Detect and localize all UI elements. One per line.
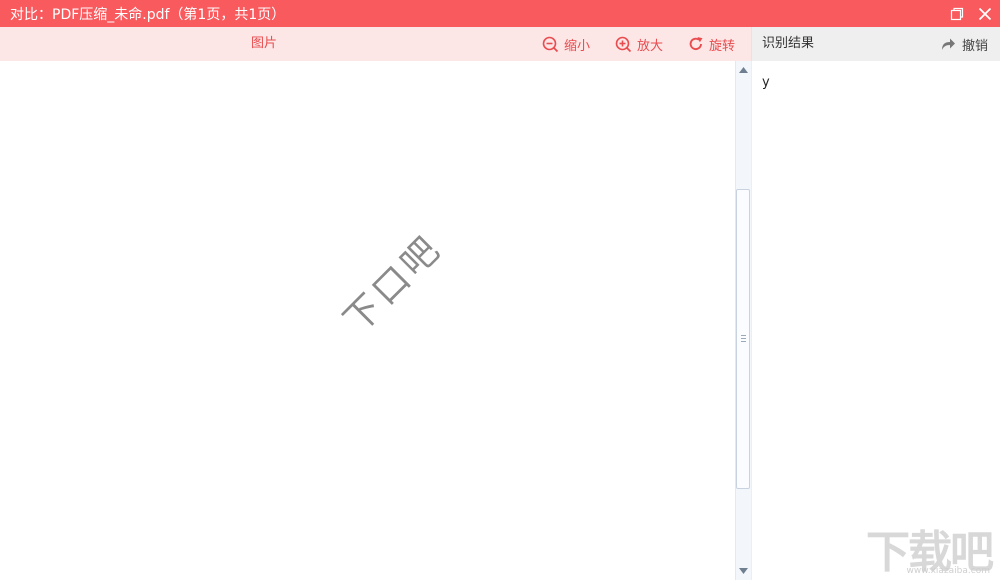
zoom-out-icon (542, 36, 559, 52)
result-text-area[interactable]: y (751, 61, 1000, 580)
result-toolbar: 识别结果 撤销 (751, 27, 1000, 61)
restore-icon (950, 7, 964, 20)
scroll-thumb[interactable] (736, 189, 750, 489)
rotate-icon (689, 37, 703, 51)
site-url-text: www.xiazaiba.com (906, 566, 990, 576)
scroll-grip-icon (741, 335, 746, 343)
scroll-down-arrow-icon (739, 568, 748, 574)
result-panel-label: 识别结果 (762, 36, 815, 51)
undo-label: 撤销 (961, 38, 988, 54)
zoom-out-label: 缩小 (564, 38, 591, 54)
undo-arrow-icon (941, 38, 955, 50)
image-preview[interactable]: 下口吧 (0, 61, 735, 580)
close-button[interactable] (976, 5, 994, 23)
close-icon (978, 7, 992, 20)
scroll-up-button[interactable] (736, 63, 751, 77)
restore-button[interactable] (948, 5, 966, 23)
zoom-out-button[interactable]: 缩小 (542, 27, 590, 61)
rotate-label: 旋转 (709, 38, 736, 54)
image-watermark-text: 下口吧 (336, 227, 451, 342)
scroll-up-arrow-icon (739, 67, 748, 73)
site-watermark: 下载吧 www.xiazaiba.com (866, 516, 996, 578)
image-toolbar: 图片 缩小 放大 旋转 (0, 27, 751, 61)
recognized-text: y (762, 75, 770, 90)
scroll-down-button[interactable] (736, 564, 751, 578)
rotate-button[interactable]: 旋转 (688, 27, 735, 61)
zoom-in-button[interactable]: 放大 (615, 27, 663, 61)
window-controls (948, 0, 994, 27)
zoom-in-label: 放大 (637, 38, 664, 54)
title-bar: 对比：PDF压缩_未命.pdf（第1页，共1页） (0, 0, 1000, 27)
window-title: 对比：PDF压缩_未命.pdf（第1页，共1页） (10, 6, 286, 23)
undo-button[interactable]: 撤销 (940, 27, 988, 61)
zoom-in-icon (615, 36, 632, 52)
vertical-scrollbar[interactable] (735, 61, 751, 580)
image-panel-label: 图片 (251, 36, 278, 51)
